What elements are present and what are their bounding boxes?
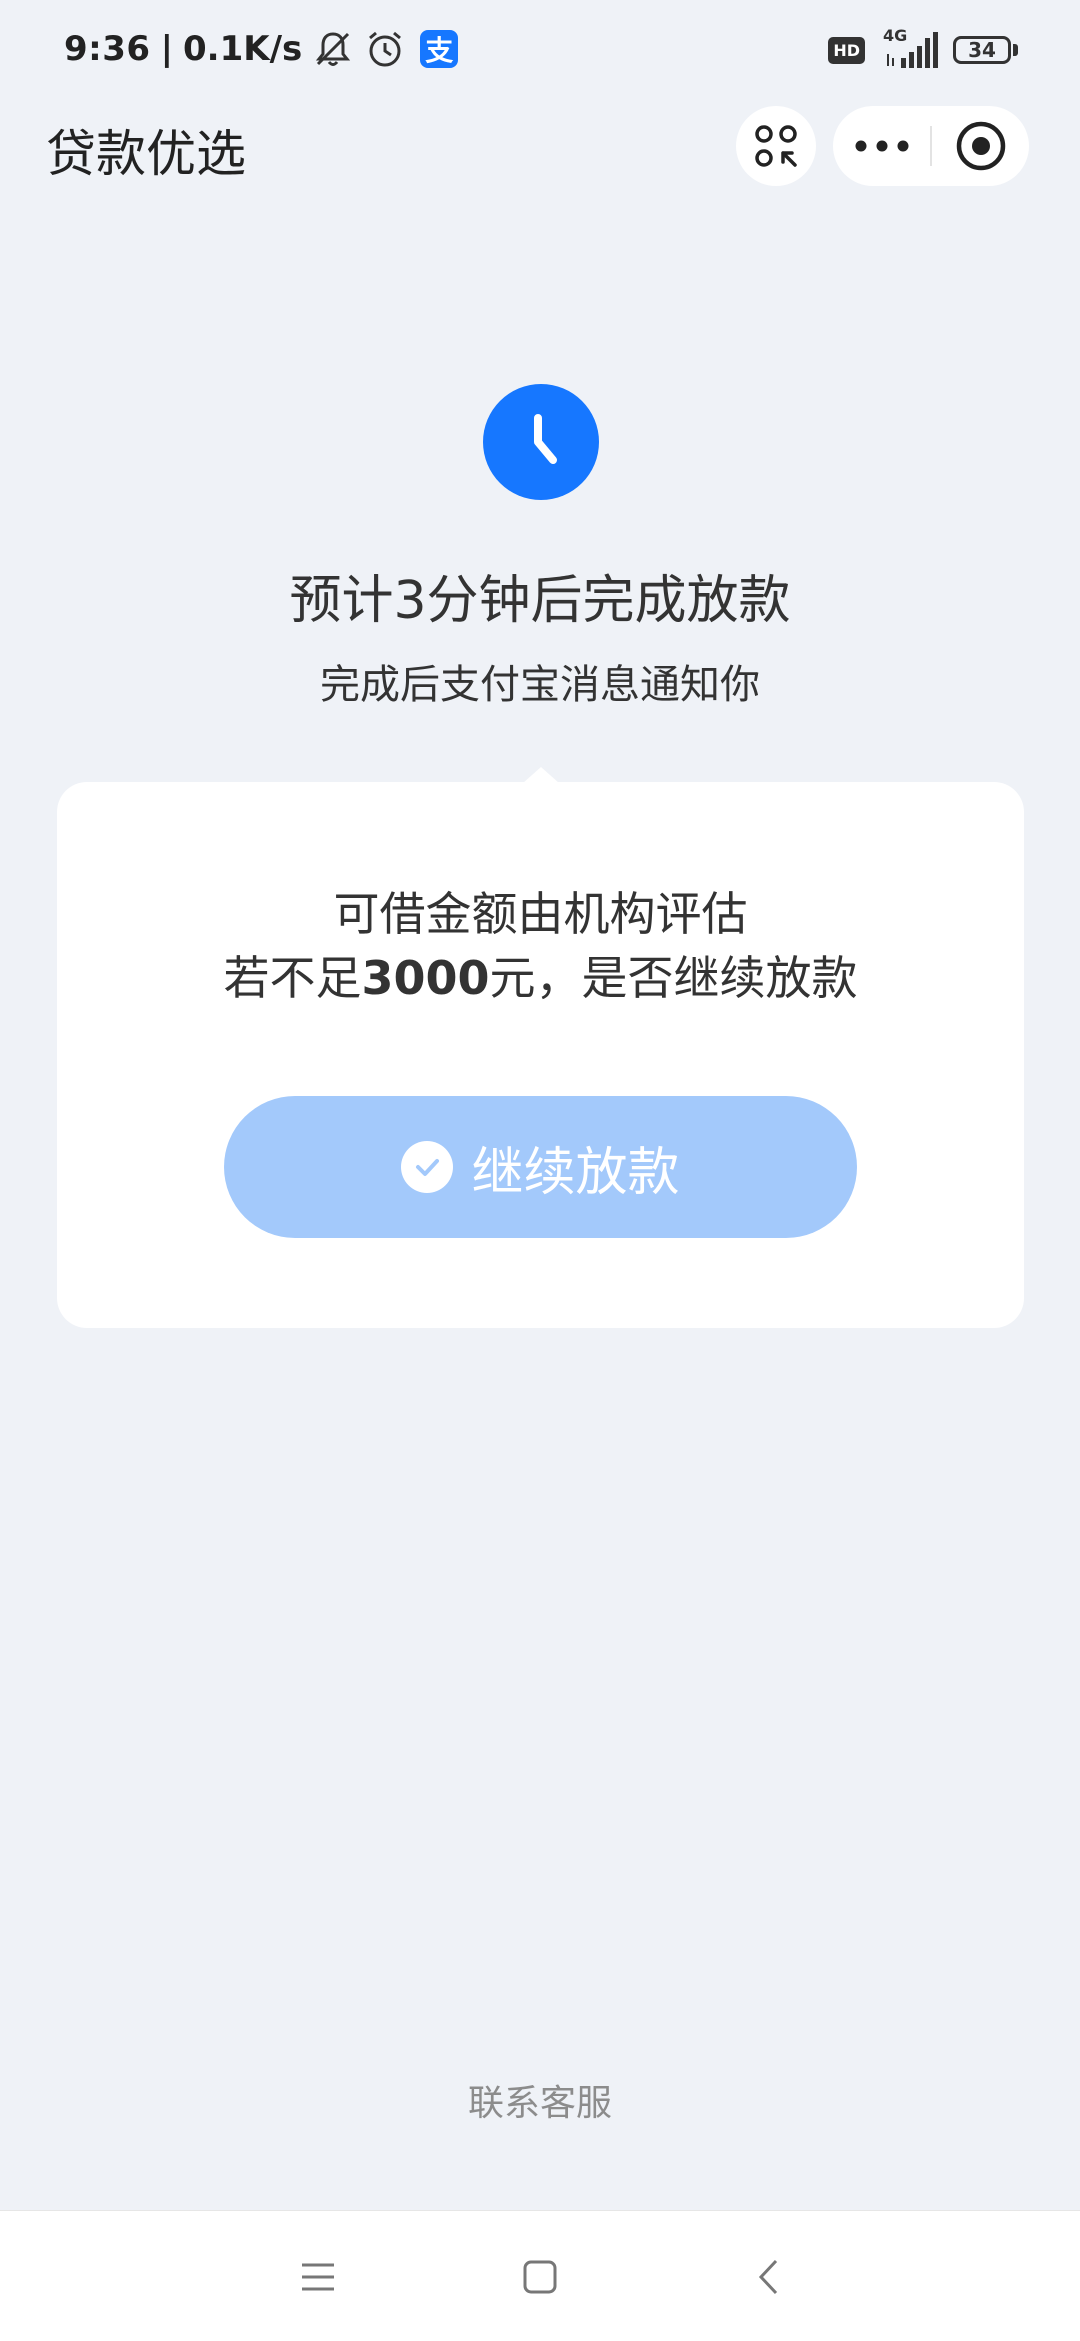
loan-amount: 3000 [361, 951, 490, 1005]
status-separator: | [160, 29, 173, 69]
check-circle-icon [401, 1141, 454, 1193]
close-button[interactable] [932, 106, 1029, 186]
close-record-icon [956, 121, 1005, 171]
menu-button[interactable] [296, 2255, 340, 2299]
home-square-icon [523, 2260, 557, 2294]
card-text-line1: 可借金额由机构评估 [333, 887, 748, 941]
clock-icon [483, 384, 599, 500]
status-net-speed: 0.1K/s [183, 29, 303, 69]
navbar: 贷款优选 [0, 100, 1080, 190]
hd-badge: HD [828, 36, 865, 64]
continue-loan-label: 继续放款 [471, 1142, 680, 1203]
back-chevron-icon [758, 2259, 778, 2295]
apps-grid-button[interactable] [736, 106, 816, 186]
more-button[interactable] [833, 106, 930, 186]
battery-level: 34 [968, 38, 996, 62]
card-pointer [523, 767, 559, 783]
system-nav-bar [0, 2210, 1080, 2341]
apps-grid-icon [755, 125, 797, 167]
continue-loan-button[interactable]: 继续放款 [224, 1096, 857, 1238]
status-right: HD 4G 34 [828, 26, 1018, 72]
status-bar: 9:36 | 0.1K/s 支 HD 4G 34 [0, 0, 1080, 100]
mute-bell-icon [312, 28, 354, 70]
back-button[interactable] [746, 2255, 790, 2299]
card-line2-prefix: 若不足 [223, 951, 362, 1005]
capsule-menu [833, 106, 1029, 186]
notification-subline: 完成后支付宝消息通知你 [320, 662, 760, 708]
signal-icon: 4G [883, 26, 939, 70]
card-line2-suffix: 元，是否继续放款 [489, 951, 858, 1005]
status-left: 9:36 | 0.1K/s 支 [64, 24, 459, 74]
battery-icon: 34 [953, 36, 1011, 64]
more-dots-icon [855, 140, 908, 152]
status-time: 9:36 [64, 29, 151, 69]
page-title: 贷款优选 [46, 125, 246, 183]
alarm-clock-icon [364, 28, 406, 70]
contact-service-link[interactable]: 联系客服 [0, 2074, 1080, 2126]
battery-cap [1013, 44, 1018, 56]
home-button[interactable] [518, 2255, 562, 2299]
alipay-icon: 支 [420, 30, 459, 68]
loan-confirm-card: 可借金额由机构评估 若不足3000元，是否继续放款 继续放款 [57, 782, 1024, 1328]
menu-icon [302, 2263, 334, 2291]
loan-eta-headline: 预计3分钟后完成放款 [289, 571, 791, 631]
card-text-line2: 若不足3000元，是否继续放款 [57, 942, 1024, 1008]
